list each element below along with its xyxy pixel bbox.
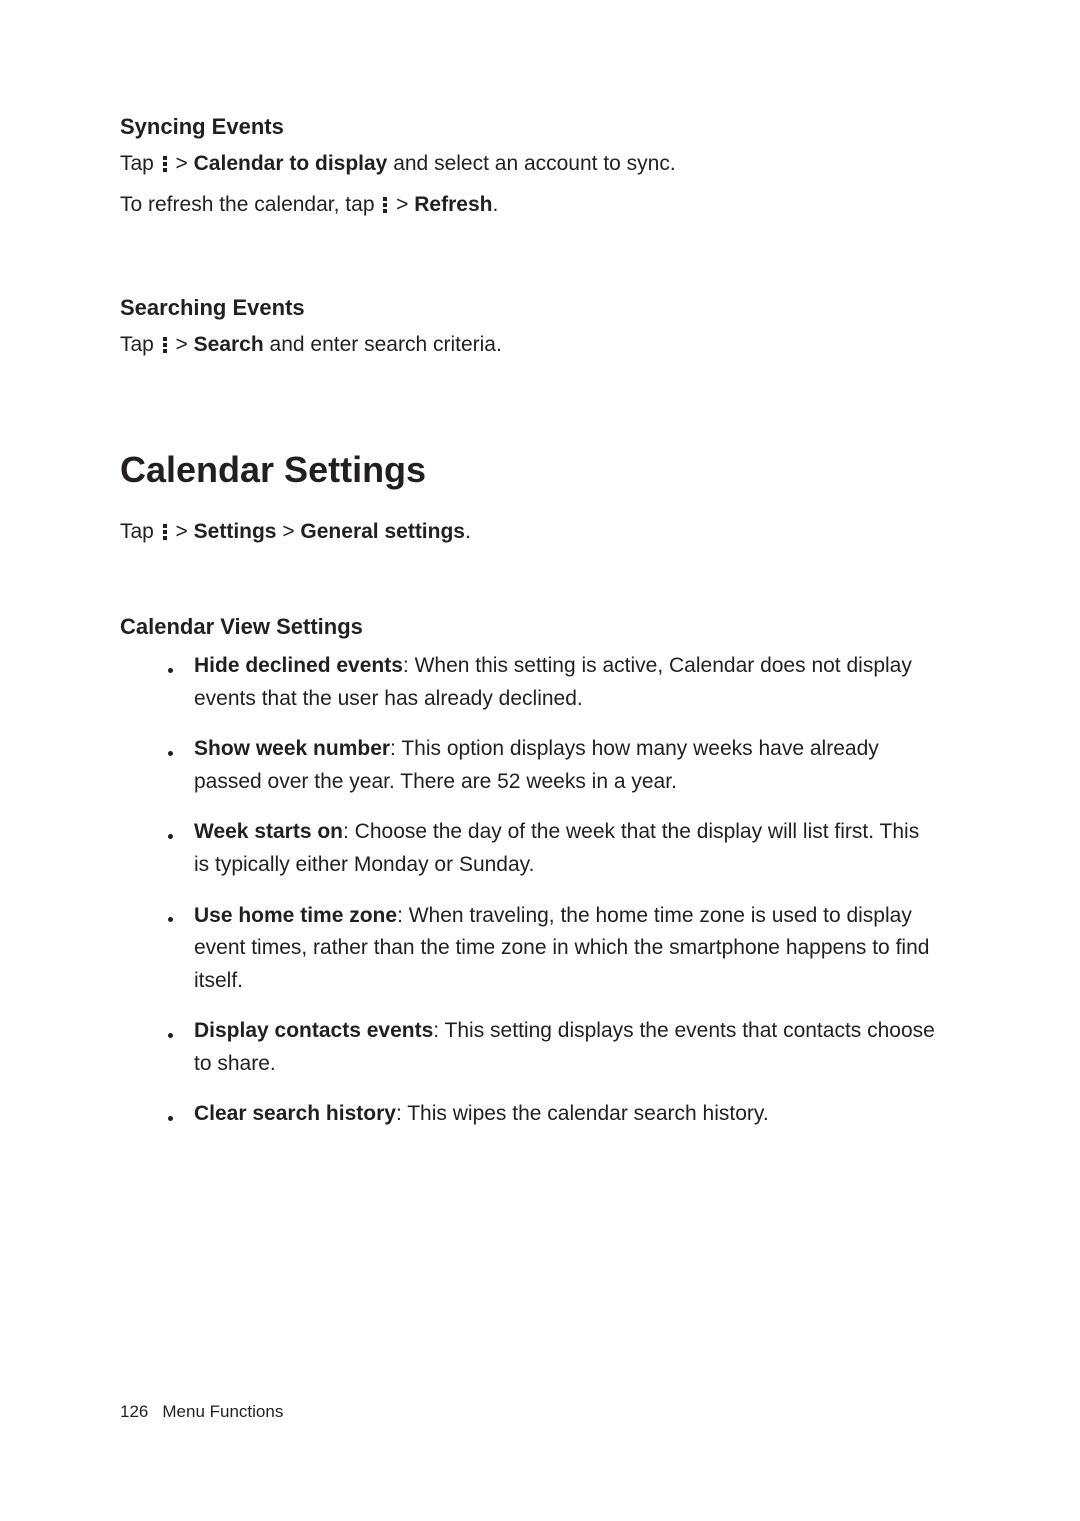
text-bold: Show week number bbox=[194, 737, 390, 760]
more-options-icon bbox=[162, 337, 168, 353]
bullet-icon bbox=[168, 917, 173, 922]
text-bold: General settings bbox=[300, 520, 465, 543]
heading-calendar-view-settings: Calendar View Settings bbox=[120, 610, 960, 644]
list-item: Show week number: This option displays h… bbox=[194, 733, 960, 798]
text: : This wipes the calendar search history… bbox=[396, 1102, 769, 1125]
text: Tap bbox=[120, 520, 160, 543]
text-bold: Week starts on bbox=[194, 820, 343, 843]
syncing-line-1: Tap > Calendar to display and select an … bbox=[120, 148, 960, 181]
text: To refresh the calendar, tap bbox=[120, 193, 380, 216]
list-item: Clear search history: This wipes the cal… bbox=[194, 1098, 960, 1131]
searching-line-1: Tap > Search and enter search criteria. bbox=[120, 329, 960, 362]
text: and select an account to sync. bbox=[387, 152, 675, 175]
text: . bbox=[492, 193, 498, 216]
text-bold: Refresh bbox=[414, 193, 492, 216]
heading-syncing-events: Syncing Events bbox=[120, 110, 960, 144]
list-item: Display contacts events: This setting di… bbox=[194, 1015, 960, 1080]
text-bold: Calendar to display bbox=[194, 152, 388, 175]
text: > bbox=[276, 520, 300, 543]
text-bold: Hide declined events bbox=[194, 654, 403, 677]
bullet-icon bbox=[168, 1116, 173, 1121]
list-item: Hide declined events: When this setting … bbox=[194, 650, 960, 715]
bullet-icon bbox=[168, 751, 173, 756]
text: . bbox=[465, 520, 471, 543]
more-options-icon bbox=[162, 524, 168, 540]
text: > bbox=[170, 152, 194, 175]
page: Syncing Events Tap > Calendar to display… bbox=[0, 0, 1080, 1521]
more-options-icon bbox=[162, 156, 168, 172]
text-bold: Clear search history bbox=[194, 1102, 396, 1125]
view-settings-list: Hide declined events: When this setting … bbox=[120, 650, 960, 1131]
text-bold: Use home time zone bbox=[194, 904, 397, 927]
bullet-icon bbox=[168, 1033, 173, 1038]
list-item: Week starts on: Choose the day of the we… bbox=[194, 816, 960, 881]
syncing-line-2: To refresh the calendar, tap > Refresh. bbox=[120, 189, 960, 222]
page-footer: 126 Menu Functions bbox=[120, 1399, 283, 1425]
text: > bbox=[390, 193, 414, 216]
heading-searching-events: Searching Events bbox=[120, 291, 960, 325]
text: > bbox=[170, 333, 194, 356]
more-options-icon bbox=[382, 197, 388, 213]
text-bold: Settings bbox=[194, 520, 277, 543]
text: > bbox=[170, 520, 194, 543]
heading-calendar-settings: Calendar Settings bbox=[120, 442, 960, 498]
settings-line-1: Tap > Settings > General settings. bbox=[120, 516, 960, 549]
bullet-icon bbox=[168, 668, 173, 673]
page-number: 126 bbox=[120, 1402, 148, 1421]
text: Tap bbox=[120, 333, 160, 356]
list-item: Use home time zone: When traveling, the … bbox=[194, 900, 960, 998]
bullet-icon bbox=[168, 834, 173, 839]
text: Tap bbox=[120, 152, 160, 175]
text: and enter search criteria. bbox=[264, 333, 502, 356]
text-bold: Search bbox=[194, 333, 264, 356]
text-bold: Display contacts events bbox=[194, 1019, 433, 1042]
section-label: Menu Functions bbox=[162, 1402, 283, 1421]
